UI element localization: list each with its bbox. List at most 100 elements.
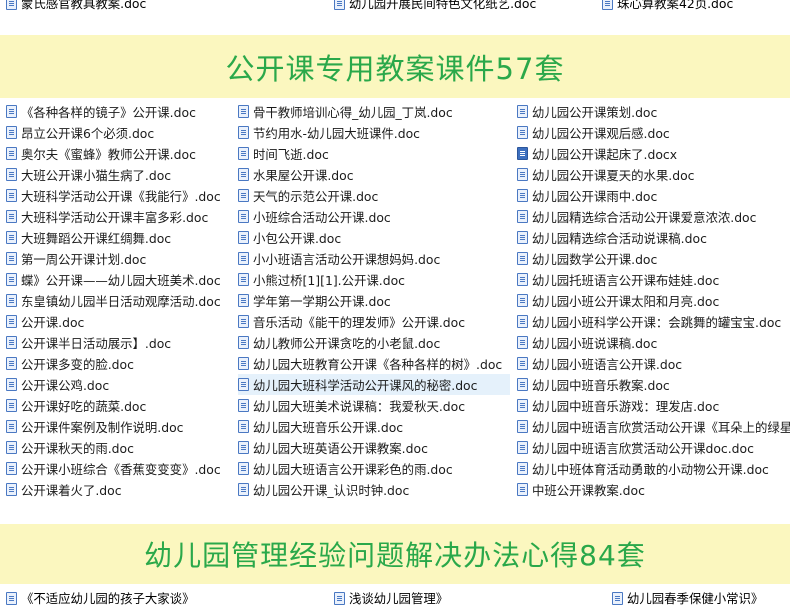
file-item[interactable]: 幼儿园公开课夏天的水果.doc <box>517 164 790 185</box>
file-item[interactable]: 蝶》公开课——幼儿园大班美术.doc <box>6 269 236 290</box>
section-title: 公开课专用教案课件57套 <box>225 51 565 86</box>
file-item[interactable]: 幼儿园中班语言欣赏活动公开课doc.doc <box>517 437 790 458</box>
file-item[interactable]: 公开课秋天的雨.doc <box>6 437 236 458</box>
doc-file-icon <box>517 189 528 202</box>
file-name: 《不适应幼儿园的孩子大家谈》 <box>21 591 195 606</box>
file-name: 幼儿园小班说课稿.doc <box>532 335 658 351</box>
file-item[interactable]: 幼儿园公开课起床了.docx <box>517 143 790 164</box>
doc-file-icon <box>6 231 17 244</box>
file-name: 幼儿园小班语言公开课.doc <box>532 356 683 372</box>
file-item[interactable]: 幼儿园中班音乐教案.doc <box>517 374 790 395</box>
file-item[interactable]: 水果屋公开课.doc <box>238 164 510 185</box>
file-item[interactable]: 学年第一学期公开课.doc <box>238 290 510 311</box>
file-item[interactable]: 幼儿园小班语言公开课.doc <box>517 353 790 374</box>
file-item[interactable]: 小班综合活动公开课.doc <box>238 206 510 227</box>
file-item[interactable]: 公开课.doc <box>6 311 236 332</box>
doc-file-icon <box>334 0 345 10</box>
doc-file-icon <box>238 273 249 286</box>
file-item[interactable]: 中班公开课教案.doc <box>517 479 790 500</box>
file-item[interactable]: 幼儿教师公开课贪吃的小老鼠.doc <box>238 332 510 353</box>
file-item[interactable]: 蒙氏感官教具教案.doc <box>6 0 146 13</box>
file-item[interactable]: 《各种各样的镜子》公开课.doc <box>6 101 236 122</box>
file-item[interactable]: 幼儿园大班英语公开课教案.doc <box>238 437 510 458</box>
file-item[interactable]: 幼儿园小班说课稿.doc <box>517 332 790 353</box>
file-item[interactable]: 第一周公开课计划.doc <box>6 248 236 269</box>
file-item[interactable]: 大班公开课小猫生病了.doc <box>6 164 236 185</box>
file-item[interactable]: 时间飞逝.doc <box>238 143 510 164</box>
file-item[interactable]: 昂立公开课6个必须.doc <box>6 122 236 143</box>
doc-file-icon <box>602 0 613 10</box>
doc-file-icon <box>517 315 528 328</box>
doc-file-icon <box>517 462 528 475</box>
file-item[interactable]: 幼儿园精选综合活动说课稿.doc <box>517 227 790 248</box>
file-column-1: 《各种各样的镜子》公开课.doc 昂立公开课6个必须.doc 奥尔夫《蜜蜂》教师公开… <box>6 101 236 500</box>
file-item[interactable]: 节约用水-幼儿园大班课件.doc <box>238 122 510 143</box>
doc-file-icon <box>517 252 528 265</box>
file-name: 昂立公开课6个必须.doc <box>21 125 155 141</box>
file-item[interactable]: 公开课好吃的蔬菜.doc <box>6 395 236 416</box>
doc-file-icon <box>6 0 17 10</box>
file-name: 节约用水-幼儿园大班课件.doc <box>253 125 420 141</box>
file-item[interactable]: 大班舞蹈公开课红绸舞.doc <box>6 227 236 248</box>
file-item[interactable]: 小包公开课.doc <box>238 227 510 248</box>
file-name: 公开课件案例及制作说明.doc <box>21 419 184 435</box>
file-column-3: 幼儿园公开课策划.doc 幼儿园公开课观后感.doc 幼儿园公开课起床了.docx 幼… <box>517 101 790 500</box>
file-item[interactable]: 公开课件案例及制作说明.doc <box>6 416 236 437</box>
file-item[interactable]: 幼儿园春季保健小常识》 <box>612 588 763 608</box>
doc-file-icon <box>517 378 528 391</box>
file-item[interactable]: 幼儿园小班科学公开课：会跳舞的罐宝宝.doc <box>517 311 790 332</box>
file-item[interactable]: 幼儿园中班音乐游戏：理发店.doc <box>517 395 790 416</box>
file-item[interactable]: 东皇镇幼儿园半日活动观摩活动.doc <box>6 290 236 311</box>
file-name: 奥尔夫《蜜蜂》教师公开课.doc <box>21 146 196 162</box>
file-name: 浅谈幼儿园管理》 <box>349 591 449 606</box>
file-item[interactable]: 公开课公鸡.doc <box>6 374 236 395</box>
file-name: 幼儿园大班教育公开课《各种各样的树》.doc <box>253 356 503 372</box>
file-item[interactable]: 公开课多变的脸.doc <box>6 353 236 374</box>
file-item[interactable]: 幼儿园大班音乐公开课.doc <box>238 416 510 437</box>
file-item[interactable]: 公开课半日活动展示】.doc <box>6 332 236 353</box>
doc-file-icon <box>6 378 17 391</box>
file-item[interactable]: 骨干教师培训心得_幼儿园_丁岚.doc <box>238 101 510 122</box>
file-item[interactable]: 幼儿园托班语言公开课布娃娃.doc <box>517 269 790 290</box>
file-item[interactable]: 大班科学活动公开课丰富多彩.doc <box>6 206 236 227</box>
file-item[interactable]: 小小班语言活动公开课想妈妈.doc <box>238 248 510 269</box>
file-item[interactable]: 幼儿园公开课观后感.doc <box>517 122 790 143</box>
file-item[interactable]: 幼儿中班体育活动勇敢的小动物公开课.doc <box>517 458 790 479</box>
file-name: 幼儿园大班语言公开课彩色的雨.doc <box>253 461 453 477</box>
file-item[interactable]: 天气的示范公开课.doc <box>238 185 510 206</box>
file-item[interactable]: 幼儿园开展民间特色文化纸艺.doc <box>334 0 536 13</box>
file-name: 幼儿园公开课夏天的水果.doc <box>532 167 695 183</box>
file-name: 《各种各样的镜子》公开课.doc <box>21 104 196 120</box>
file-item[interactable]: 小熊过桥[1][1].公开课.doc <box>238 269 510 290</box>
file-name: 时间飞逝.doc <box>253 146 329 162</box>
doc-file-icon <box>238 231 249 244</box>
doc-file-icon <box>517 294 528 307</box>
file-item[interactable]: 幼儿园大班教育公开课《各种各样的树》.doc <box>238 353 510 374</box>
file-item[interactable]: 浅谈幼儿园管理》 <box>334 588 448 608</box>
file-item[interactable]: 幼儿园数学公开课.doc <box>517 248 790 269</box>
file-item[interactable]: 幼儿园公开课策划.doc <box>517 101 790 122</box>
file-item[interactable]: 公开课小班综合《香蕉变变变》.doc <box>6 458 236 479</box>
file-item[interactable]: 幼儿园公开课_认识时钟.doc <box>238 479 510 500</box>
doc-file-icon <box>517 105 528 118</box>
file-name: 幼儿园公开课策划.doc <box>532 104 658 120</box>
file-item[interactable]: 音乐活动《能干的理发师》公开课.doc <box>238 311 510 332</box>
file-item[interactable]: 幼儿园中班语言欣赏活动公开课《耳朵上的绿星 <box>517 416 790 437</box>
file-item[interactable]: 幼儿园大班科学活动公开课风的秘密.doc <box>238 374 510 395</box>
file-item[interactable]: 《不适应幼儿园的孩子大家谈》 <box>6 588 194 608</box>
doc-file-icon <box>6 399 17 412</box>
file-item[interactable]: 公开课着火了.doc <box>6 479 236 500</box>
file-item[interactable]: 幼儿园小班公开课太阳和月亮.doc <box>517 290 790 311</box>
file-item[interactable]: 珠心算教案42页.doc <box>602 0 733 13</box>
file-item[interactable]: 幼儿园公开课雨中.doc <box>517 185 790 206</box>
file-item[interactable]: 奥尔夫《蜜蜂》教师公开课.doc <box>6 143 236 164</box>
file-item[interactable]: 大班科学活动公开课《我能行》.doc <box>6 185 236 206</box>
file-item[interactable]: 幼儿园大班语言公开课彩色的雨.doc <box>238 458 510 479</box>
doc-file-icon <box>238 357 249 370</box>
file-name: 水果屋公开课.doc <box>253 167 354 183</box>
file-item[interactable]: 幼儿园精选综合活动公开课爱意浓浓.doc <box>517 206 790 227</box>
doc-file-icon <box>517 483 528 496</box>
doc-file-icon <box>238 105 249 118</box>
file-item[interactable]: 幼儿园大班美术说课稿：我爱秋天.doc <box>238 395 510 416</box>
section-banner: 幼儿园管理经验问题解决办法心得84套 <box>0 524 790 584</box>
